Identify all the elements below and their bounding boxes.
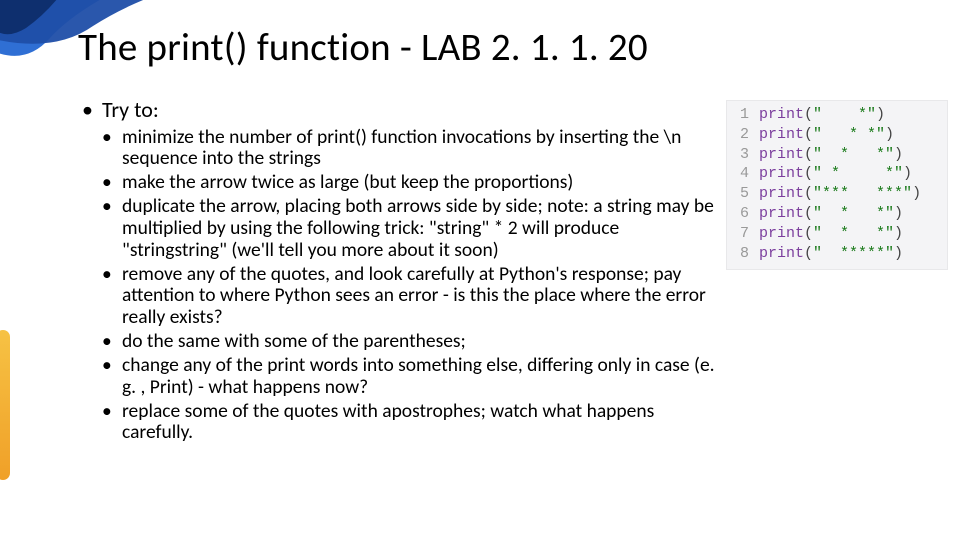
- bullet-item: make the arrow twice as large (but keep …: [102, 172, 722, 194]
- paren: ): [894, 245, 903, 262]
- string-literal: " * *": [813, 165, 903, 182]
- line-number: 2: [733, 125, 749, 145]
- line-number: 8: [733, 244, 749, 264]
- code-line: 4 print(" * *"): [733, 164, 941, 184]
- paren: (: [804, 185, 813, 202]
- code-line: 3 print(" * *"): [733, 145, 941, 165]
- paren: (: [804, 225, 813, 242]
- paren: (: [804, 146, 813, 163]
- line-number: 7: [733, 224, 749, 244]
- fn-name: print: [759, 146, 804, 163]
- fn-name: print: [759, 126, 804, 143]
- bullet-item: replace some of the quotes with apostrop…: [102, 401, 722, 445]
- code-line: 6 print(" * *"): [733, 204, 941, 224]
- string-literal: " * *": [813, 126, 885, 143]
- paren: (: [804, 245, 813, 262]
- paren: ): [894, 205, 903, 222]
- paren: (: [804, 126, 813, 143]
- string-literal: " * *": [813, 205, 894, 222]
- bullet-list-level2: minimize the number of print() function …: [102, 127, 722, 445]
- paren: ): [885, 126, 894, 143]
- bullet-list-level1: Try to: minimize the number of print() f…: [82, 98, 722, 444]
- fn-name: print: [759, 106, 804, 123]
- paren: ): [894, 146, 903, 163]
- line-number: 5: [733, 184, 749, 204]
- string-literal: "*** ***": [813, 185, 912, 202]
- code-line: 8 print(" *****"): [733, 244, 941, 264]
- line-number: 6: [733, 204, 749, 224]
- bullet-item: duplicate the arrow, placing both arrows…: [102, 196, 722, 261]
- code-line: 1 print(" *"): [733, 105, 941, 125]
- code-line: 7 print(" * *"): [733, 224, 941, 244]
- paren: ): [903, 165, 912, 182]
- code-snippet: 1print(" *") 2print(" * *") 3print(" * *…: [726, 100, 948, 270]
- fn-name: print: [759, 185, 804, 202]
- bullet-item: change any of the print words into somet…: [102, 355, 722, 399]
- fn-name: print: [759, 245, 804, 262]
- bullet-item: do the same with some of the parentheses…: [102, 331, 722, 353]
- bullet-item: remove any of the quotes, and look caref…: [102, 264, 722, 329]
- code-line: 5 print("*** ***"): [733, 184, 941, 204]
- fn-name: print: [759, 205, 804, 222]
- intro-text: Try to:: [102, 96, 159, 123]
- paren: (: [804, 106, 813, 123]
- page-title: The print() function - LAB 2. 1. 1. 20: [78, 24, 648, 71]
- paren: (: [804, 205, 813, 222]
- string-literal: " *": [813, 106, 876, 123]
- line-number: 3: [733, 145, 749, 165]
- paren: ): [876, 106, 885, 123]
- line-number: 4: [733, 164, 749, 184]
- intro-bullet: Try to: minimize the number of print() f…: [82, 98, 722, 444]
- paren: ): [912, 185, 921, 202]
- string-literal: " *****": [813, 245, 894, 262]
- paren: ): [894, 225, 903, 242]
- fn-name: print: [759, 225, 804, 242]
- fn-name: print: [759, 165, 804, 182]
- bullet-item: minimize the number of print() function …: [102, 127, 722, 171]
- slide: The print() function - LAB 2. 1. 1. 20 T…: [0, 0, 960, 540]
- side-accent-bar: [0, 330, 10, 480]
- string-literal: " * *": [813, 225, 894, 242]
- code-line: 2 print(" * *"): [733, 125, 941, 145]
- content-area: Try to: minimize the number of print() f…: [82, 98, 722, 450]
- paren: (: [804, 165, 813, 182]
- line-number: 1: [733, 105, 749, 125]
- string-literal: " * *": [813, 146, 894, 163]
